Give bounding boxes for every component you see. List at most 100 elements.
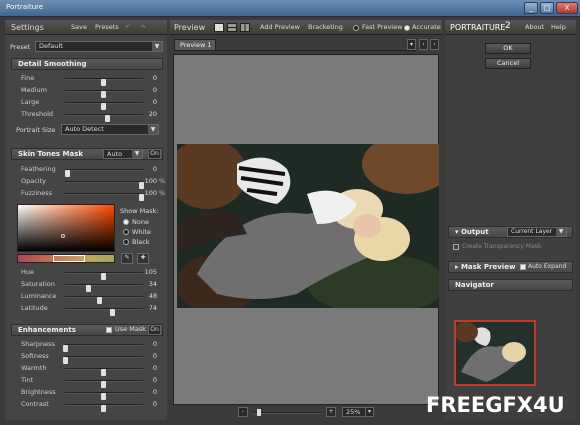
ok-button[interactable]: OK xyxy=(485,43,531,54)
hsl-slider-track[interactable] xyxy=(65,284,143,292)
eyedropper-icon[interactable]: ✎ xyxy=(121,253,133,264)
enhancement-slider-knob[interactable] xyxy=(101,393,106,400)
skin-slider-track[interactable] xyxy=(65,181,144,189)
detail-slider-knob[interactable] xyxy=(101,103,106,110)
mask-option-radio[interactable] xyxy=(123,239,129,245)
add-preview-button[interactable]: Add Preview xyxy=(260,22,300,33)
undo-icon[interactable]: ↶ xyxy=(125,22,130,33)
navigator-header[interactable]: Navigator xyxy=(448,279,573,291)
detail-slider-track[interactable] xyxy=(65,114,143,122)
navigator-image xyxy=(456,322,534,384)
save-button[interactable]: Save xyxy=(71,22,87,33)
detail-slider-track[interactable] xyxy=(65,102,143,110)
split-vertical-icon[interactable] xyxy=(240,23,250,32)
detail-slider-knob[interactable] xyxy=(101,79,106,86)
split-horizontal-icon[interactable] xyxy=(227,23,237,32)
auto-expand-checkbox[interactable] xyxy=(520,264,526,270)
enhancement-value[interactable]: 0 xyxy=(143,376,157,384)
hsl-value[interactable]: 74 xyxy=(143,304,157,312)
zoom-slider-track[interactable] xyxy=(252,412,322,414)
mask-option-radio[interactable] xyxy=(123,219,129,225)
enhancement-slider-track[interactable] xyxy=(63,356,143,364)
enhancement-slider-track[interactable] xyxy=(65,380,143,388)
tab-menu-icon[interactable]: ▾ xyxy=(407,39,416,50)
enhancements-on-toggle[interactable]: On xyxy=(148,325,161,335)
skin-color-field[interactable] xyxy=(17,204,115,252)
redo-icon[interactable]: ↷ xyxy=(140,22,145,33)
presets-button[interactable]: Presets xyxy=(95,22,119,33)
enhancement-value[interactable]: 0 xyxy=(143,340,157,348)
skin-slider-knob[interactable] xyxy=(64,170,70,177)
navigator-thumbnail[interactable] xyxy=(454,320,536,386)
tab-next-icon[interactable]: › xyxy=(430,39,439,50)
minimize-button[interactable]: _ xyxy=(524,2,538,14)
mask-option-label: Black xyxy=(132,238,150,246)
preview-canvas[interactable] xyxy=(173,54,439,405)
enhancement-value[interactable]: 0 xyxy=(143,388,157,396)
skin-value[interactable]: 0 xyxy=(143,165,157,173)
skin-mode-select[interactable]: Auto ▼ xyxy=(103,149,143,159)
mask-option-radio[interactable] xyxy=(123,229,129,235)
output-select[interactable]: Current Layer ▼ xyxy=(507,227,567,237)
enhancement-label: Warmth xyxy=(21,364,47,372)
enhancement-slider-knob[interactable] xyxy=(101,405,106,412)
skin-slider-track[interactable] xyxy=(65,193,144,201)
create-mask-checkbox[interactable] xyxy=(453,244,459,250)
portrait-size-value: Auto Detect xyxy=(65,125,104,133)
hsl-value[interactable]: 105 xyxy=(143,268,157,276)
chevron-down-icon[interactable]: ▾ xyxy=(365,407,374,417)
use-mask-checkbox[interactable] xyxy=(106,327,112,333)
detail-smoothing-header[interactable]: Detail Smoothing xyxy=(11,58,163,70)
tab-prev-icon[interactable]: ‹ xyxy=(419,39,428,50)
detail-value[interactable]: 0 xyxy=(143,86,157,94)
cancel-button[interactable]: Cancel xyxy=(485,58,531,69)
maximize-button[interactable]: □ xyxy=(540,2,554,14)
zoom-out-button[interactable]: - xyxy=(238,407,248,417)
enhancement-slider-track[interactable] xyxy=(65,392,143,400)
single-view-icon[interactable] xyxy=(214,23,224,32)
hsl-slider-knob[interactable] xyxy=(97,297,103,304)
enhancement-value[interactable]: 0 xyxy=(143,400,157,408)
detail-slider-track[interactable] xyxy=(65,90,143,98)
eyedropper-plus-icon[interactable]: ✚ xyxy=(137,253,149,264)
enhancement-slider-track[interactable] xyxy=(65,368,143,376)
detail-value[interactable]: 0 xyxy=(143,74,157,82)
about-button[interactable]: About xyxy=(525,22,544,33)
zoom-in-button[interactable]: + xyxy=(326,407,336,417)
enhancement-slider-knob[interactable] xyxy=(101,369,106,376)
hsl-slider-track[interactable] xyxy=(65,296,143,304)
hsl-slider-knob[interactable] xyxy=(85,285,91,292)
enhancement-slider-track[interactable] xyxy=(63,344,143,352)
hue-range-marker[interactable] xyxy=(53,255,85,262)
detail-value[interactable]: 0 xyxy=(143,98,157,106)
preview-tab[interactable]: Preview 1 xyxy=(174,39,216,51)
bracketing-button[interactable]: Bracketing xyxy=(308,22,343,33)
help-button[interactable]: Help xyxy=(551,22,566,33)
detail-slider-track[interactable] xyxy=(65,78,143,86)
detail-slider-knob[interactable] xyxy=(101,91,106,98)
hsl-slider-track[interactable] xyxy=(65,308,143,316)
hsl-value[interactable]: 48 xyxy=(143,292,157,300)
close-button[interactable]: X xyxy=(556,2,578,14)
preset-select[interactable]: Default ▼ xyxy=(35,41,163,52)
hsl-slider-track[interactable] xyxy=(65,272,143,280)
fast-preview-radio[interactable] xyxy=(353,25,359,31)
detail-value[interactable]: 20 xyxy=(143,110,157,118)
enhancement-slider-knob[interactable] xyxy=(63,357,68,364)
skin-value[interactable]: 100 xyxy=(143,177,157,185)
skin-value[interactable]: 100 xyxy=(143,189,157,197)
hsl-value[interactable]: 34 xyxy=(143,280,157,288)
skin-on-toggle[interactable]: On xyxy=(148,149,161,159)
enhancement-value[interactable]: 0 xyxy=(143,364,157,372)
skin-slider-track[interactable] xyxy=(64,169,143,177)
enhancement-value[interactable]: 0 xyxy=(143,352,157,360)
enhancement-slider-knob[interactable] xyxy=(63,345,68,352)
portrait-size-select[interactable]: Auto Detect ▼ xyxy=(61,124,159,135)
enhancement-slider-track[interactable] xyxy=(65,404,143,412)
hsl-slider-knob[interactable] xyxy=(110,309,116,316)
zoom-slider-knob[interactable] xyxy=(257,409,261,416)
enhancement-slider-knob[interactable] xyxy=(101,381,106,388)
detail-slider-knob[interactable] xyxy=(104,115,110,122)
accurate-radio[interactable] xyxy=(404,25,410,31)
hsl-slider-knob[interactable] xyxy=(101,273,106,280)
